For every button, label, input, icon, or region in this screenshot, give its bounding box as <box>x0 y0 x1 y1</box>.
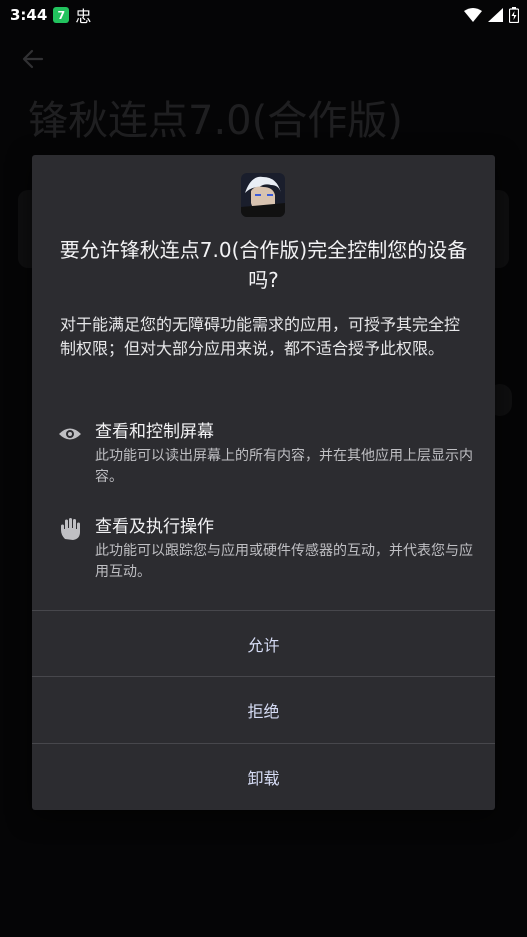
uninstall-button[interactable]: 卸载 <box>32 743 495 809</box>
hand-icon <box>61 518 80 540</box>
eye-icon <box>59 428 81 440</box>
battery-icon <box>509 7 519 23</box>
app-icon <box>241 173 285 217</box>
notification-icon: 忠 <box>75 7 92 26</box>
dialog-description: 对于能满足您的无障碍功能需求的应用，可授予其完全控制权限；但对大部分应用来说，都… <box>60 315 461 358</box>
app-notification-badge: 7 <box>53 7 70 23</box>
permission-description: 此功能可以跟踪您与应用或硬件传感器的互动，并代表您与应用互动。 <box>95 543 473 580</box>
permission-title: 查看及执行操作 <box>95 517 214 537</box>
signal-icon <box>488 8 503 22</box>
status-bar: 3:44 7 忠 <box>0 0 527 30</box>
deny-button[interactable]: 拒绝 <box>32 676 495 742</box>
permission-description: 此功能可以读出屏幕上的所有内容，并在其他应用上层显示内容。 <box>95 448 473 485</box>
wifi-icon <box>464 8 482 22</box>
allow-button[interactable]: 允许 <box>32 610 495 676</box>
accessibility-permission-dialog: 要允许锋秋连点7.0(合作版)完全控制您的设备吗? 对于能满足您的无障碍功能需求… <box>32 155 495 810</box>
dialog-title: 要允许锋秋连点7.0(合作版)完全控制您的设备吗? <box>59 238 468 292</box>
status-time: 3:44 <box>10 6 48 24</box>
permission-title: 查看和控制屏幕 <box>95 422 214 442</box>
